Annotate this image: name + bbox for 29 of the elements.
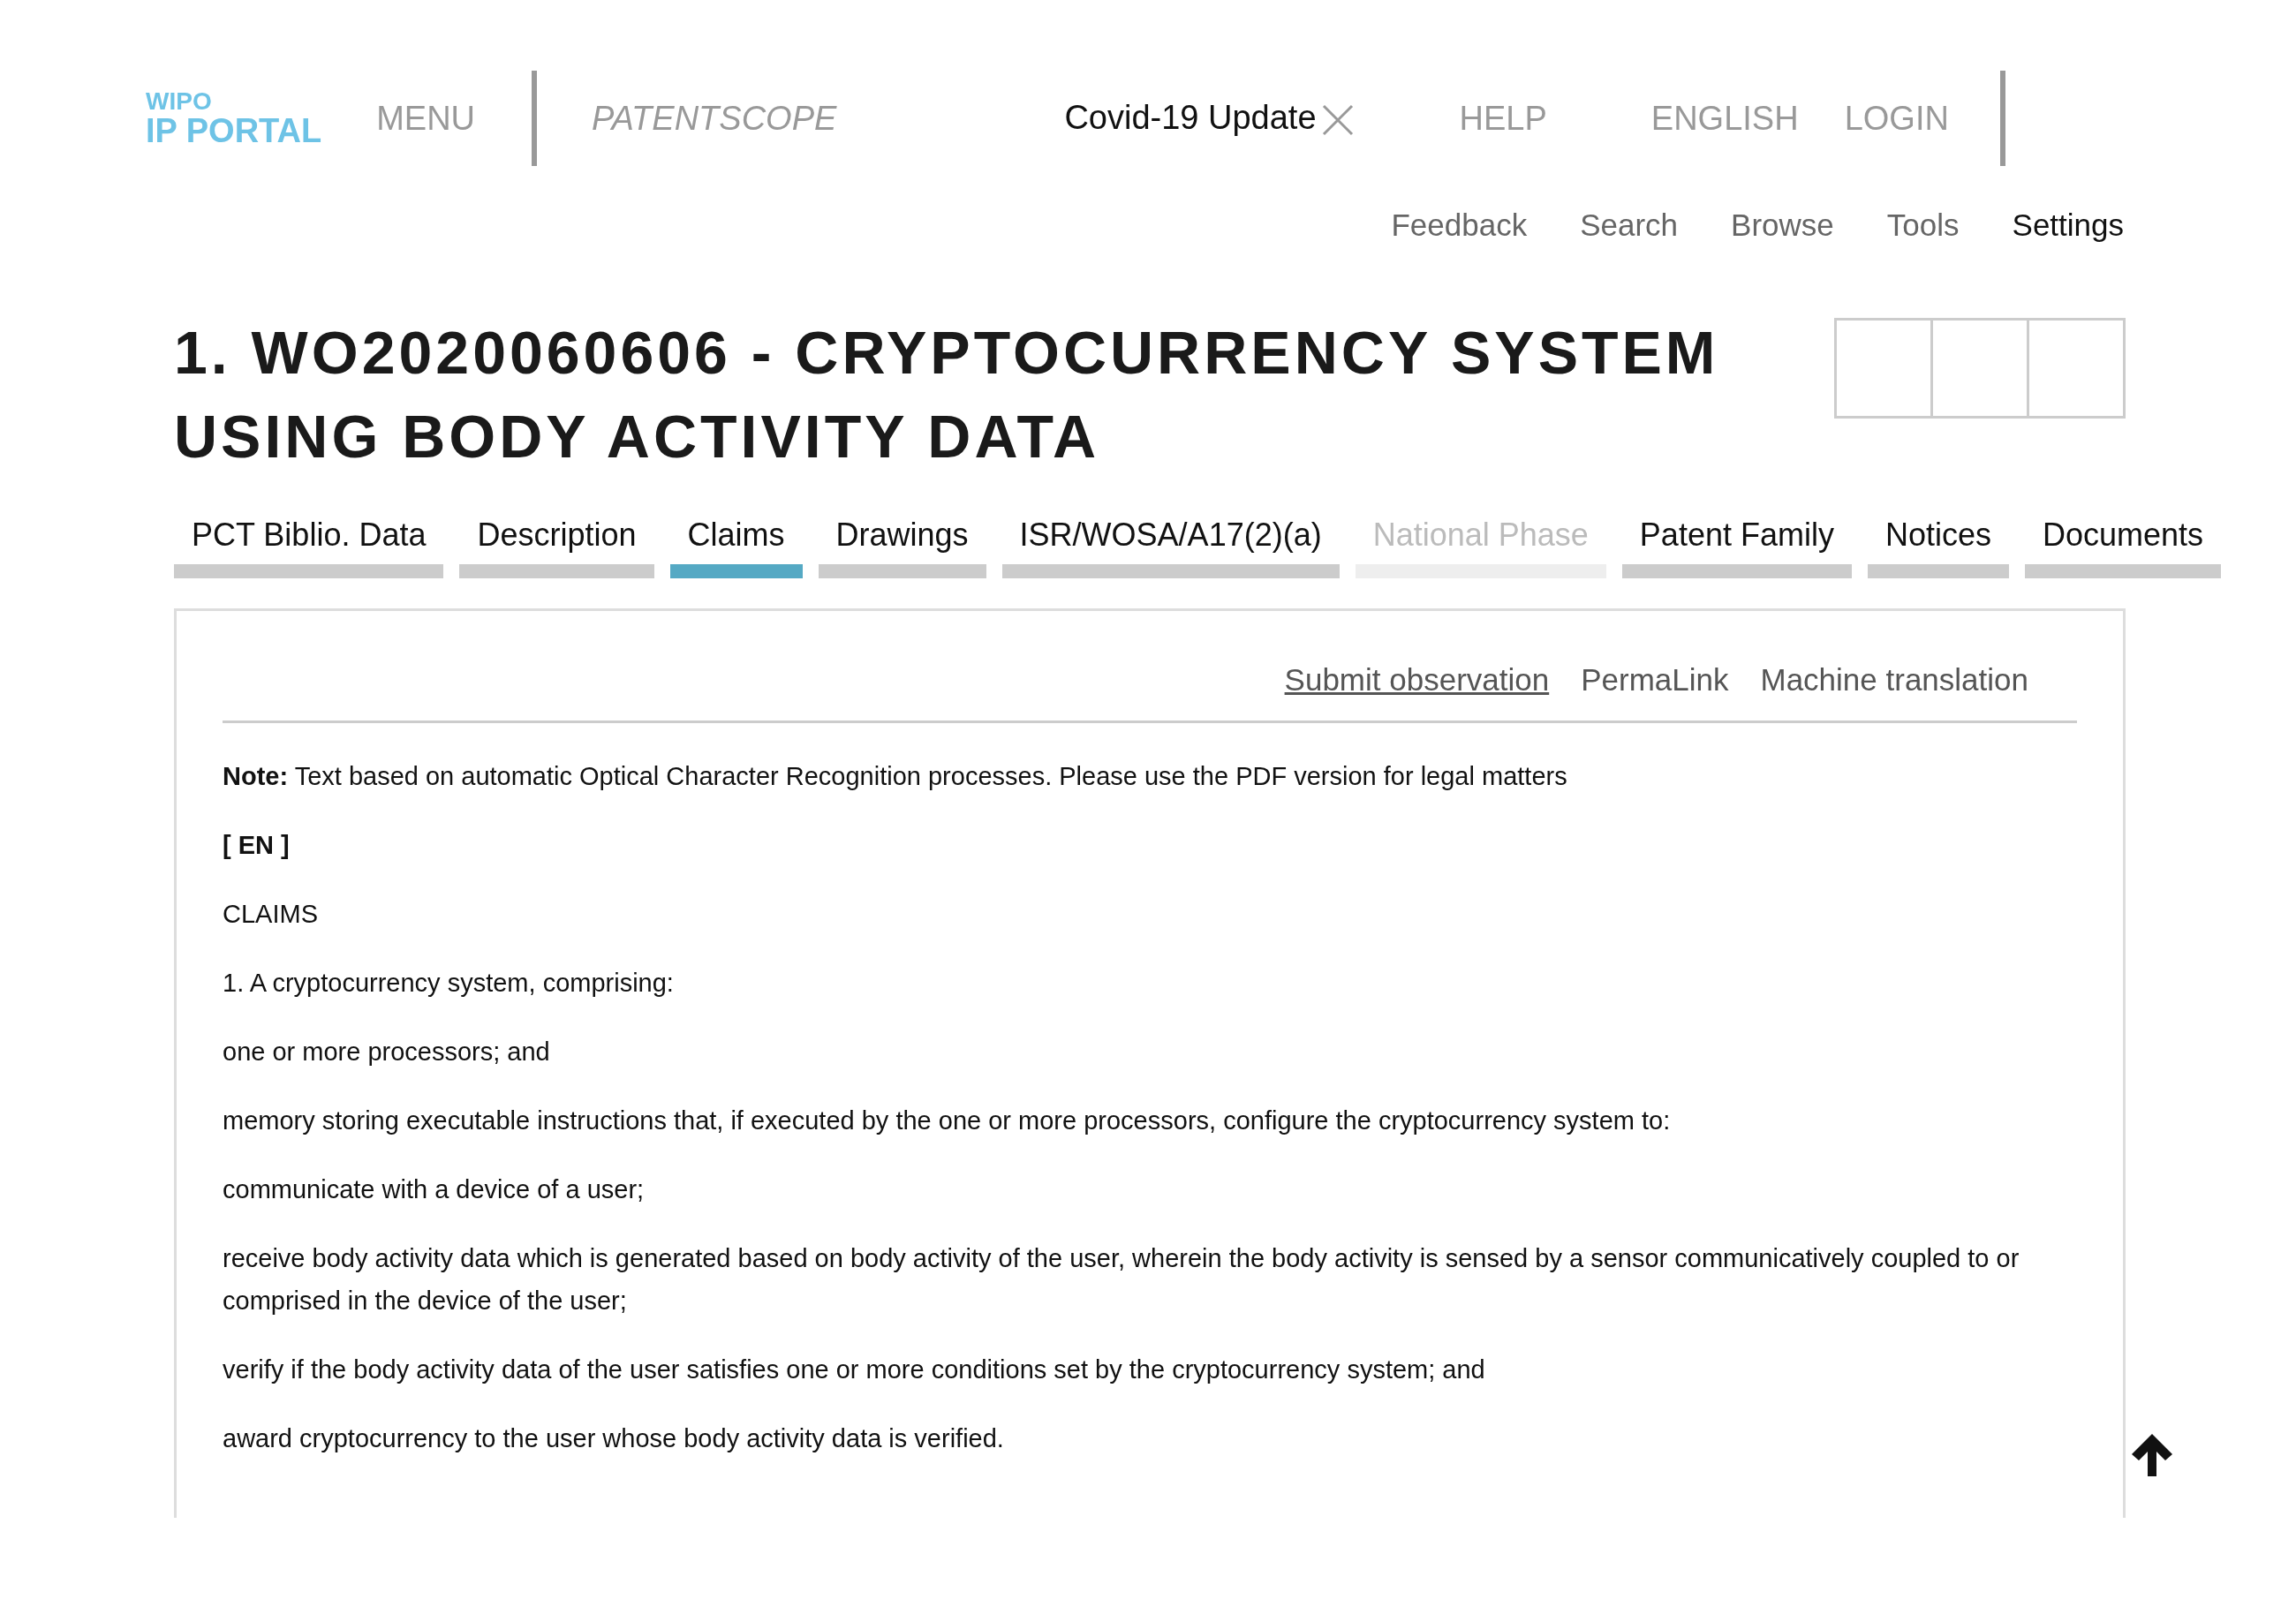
nav-link[interactable]: Browse (1731, 207, 1834, 243)
claim-text: memory storing executable instructions that, if executed by the one or more processors, configure the cryptocurrency system to: (223, 1105, 1672, 1136)
claim-text: one or more processors; and (223, 1037, 551, 1068)
language-label: [ EN ] (223, 830, 291, 861)
tab[interactable]: PCT Biblio. Data (174, 512, 444, 578)
nav-link[interactable]: Feedback (1391, 207, 1528, 243)
note-text: Note: Text based on automatic Optical Character Recognition processes. Please use the PDF version for legal matters (223, 761, 1568, 792)
notice-link[interactable]: Covid-19 Update (1064, 99, 1317, 137)
close-icon[interactable] (1321, 104, 1354, 136)
panel-link[interactable]: PermaLink (1581, 662, 1729, 698)
tab[interactable]: Drawings (818, 512, 986, 578)
nav-link[interactable]: Settings (2012, 207, 2124, 243)
claim-text: award cryptocurrency to the user whose body activity data is verified. (223, 1423, 1005, 1454)
document-title: 1. WO2020060606 - CRYPTOCURRENCY SYSTEM USING BODY ACTIVITY DATA (174, 318, 1719, 472)
claim-text: CLAIMS (223, 899, 319, 930)
tab[interactable]: Claims (669, 512, 803, 578)
claim-text: verify if the body activity data of the user satisfies one or more conditions set by the cryptocurrency system; and (223, 1354, 1486, 1385)
nav-link[interactable]: Tools (1886, 207, 1960, 243)
tab[interactable]: Description (459, 512, 654, 578)
claim-text: communicate with a device of a user; (223, 1174, 646, 1205)
tab[interactable]: ISR/WOSA/A17(2)(a) (1001, 512, 1340, 578)
panel-link[interactable]: Submit observation (1284, 662, 1550, 698)
panel-link[interactable]: Machine translation (1760, 662, 2028, 698)
claim-text: receive body activity data which is generated based on body activity of the user, wherein the body activity is sensed by a sensor communicatively coupled to or comprised in the device of the user; (223, 1243, 2020, 1316)
nav-link[interactable]: Search (1580, 207, 1679, 243)
claim-text: 1. A cryptocurrency system, comprising: (223, 968, 675, 999)
tab[interactable]: Documents (2024, 512, 2222, 578)
tab[interactable]: Notices (1867, 512, 2009, 578)
tab[interactable]: Patent Family (1621, 512, 1852, 578)
